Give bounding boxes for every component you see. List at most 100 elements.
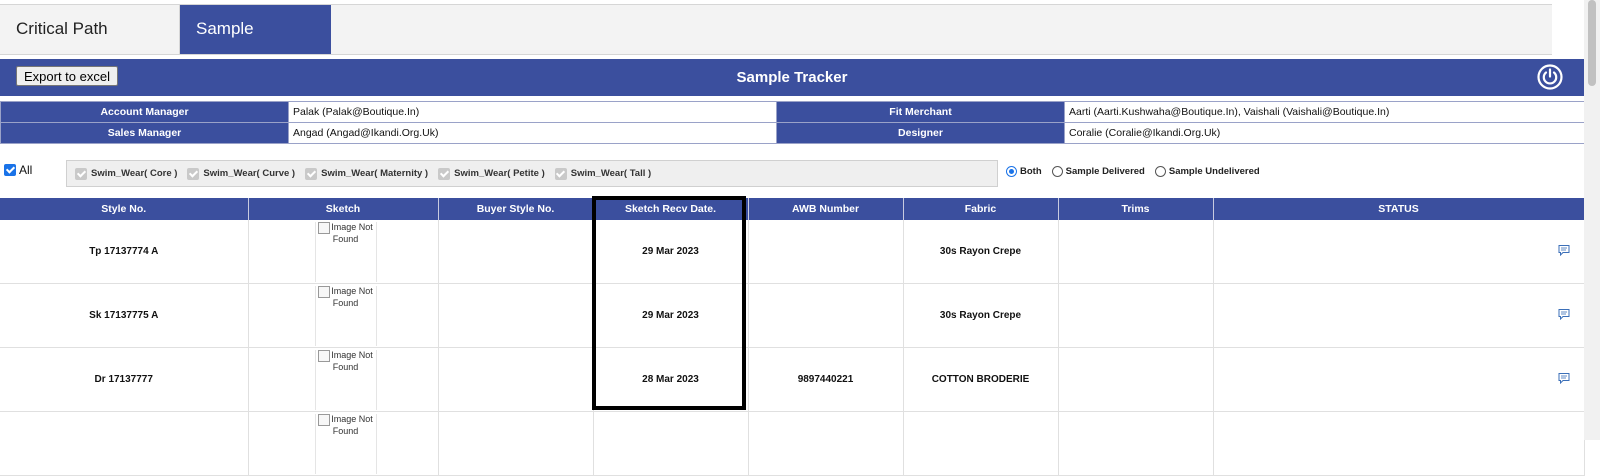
broken-image-icon: [318, 222, 331, 234]
radio-icon[interactable]: [1051, 166, 1063, 177]
sketch-image[interactable]: Image Not Found: [314, 286, 377, 346]
fabric-cell: [903, 411, 1059, 476]
category-checkbox-petite[interactable]: Swim_Wear( Petite ): [438, 167, 545, 180]
radio-label: Both: [1020, 166, 1042, 177]
trims-cell: [1058, 220, 1214, 284]
column-header[interactable]: Trims: [1058, 198, 1214, 220]
style-number-cell: Tp 17137774 A: [0, 220, 249, 284]
table-header-row: Style No. Sketch Buyer Style No. Sketch …: [0, 198, 1585, 220]
status-cell: [1213, 220, 1585, 284]
recv-date-cell: 29 Mar 2023: [593, 220, 749, 284]
sketch-cell: Image Not Found: [248, 411, 439, 476]
fit-merchant-label: Fit Merchant: [776, 101, 1065, 123]
table-row[interactable]: Sk 17137775 A Image Not Found 29 Mar 202…: [0, 283, 1585, 348]
column-header[interactable]: Buyer Style No.: [438, 198, 594, 220]
trims-cell: [1058, 283, 1214, 348]
tab-critical-path-report[interactable]: Critical Path Report: [0, 5, 180, 85]
checkbox-disabled-icon: [305, 167, 318, 180]
comment-icon[interactable]: [1558, 308, 1570, 320]
status-cell: [1213, 347, 1585, 412]
account-manager-value: Palak (Palak@Boutique.In): [288, 101, 777, 123]
image-alt-text: Image Not Found: [331, 222, 373, 244]
style-number-cell: Sk 17137775 A: [0, 283, 249, 348]
buyer-style-cell: [438, 347, 594, 412]
image-alt-text: Image Not Found: [331, 286, 373, 308]
filter-row: All Swim_Wear( Core ) Swim_Wear( Curve )…: [0, 160, 1584, 188]
checkbox-disabled-icon: [187, 167, 200, 180]
broken-image-icon: [318, 350, 331, 362]
radio-label: Sample Undelivered: [1168, 166, 1260, 177]
designer-value: Coralie (Coralie@Ikandi.Org.Uk): [1064, 122, 1585, 144]
recv-date-cell: 28 Mar 2023: [593, 347, 749, 412]
trims-cell: [1058, 411, 1214, 476]
category-label: Swim_Wear( Curve ): [203, 168, 296, 179]
all-checkbox[interactable]: All: [4, 163, 32, 177]
column-header[interactable]: Fabric: [903, 198, 1059, 220]
radio-selected-icon[interactable]: [1006, 166, 1017, 177]
sketch-image[interactable]: Image Not Found: [314, 414, 377, 474]
comment-icon[interactable]: [1558, 244, 1570, 256]
sales-manager-value: Angad (Angad@Ikandi.Org.Uk): [288, 122, 777, 144]
broken-image-icon: [318, 414, 331, 426]
checkbox-disabled-icon: [554, 167, 567, 180]
fabric-cell: COTTON BRODERIE: [903, 347, 1059, 412]
awb-cell: [748, 283, 904, 348]
column-header[interactable]: Sketch: [248, 198, 439, 220]
designer-label: Designer: [776, 122, 1065, 144]
category-checkbox-tall[interactable]: Swim_Wear( Tall ): [554, 167, 652, 180]
buyer-style-cell: [438, 220, 594, 284]
sketch-image[interactable]: Image Not Found: [314, 222, 377, 282]
awb-cell: [748, 411, 904, 476]
radio-icon[interactable]: [1154, 166, 1166, 177]
broken-image-icon: [318, 286, 331, 298]
radio-sample-delivered[interactable]: Sample Delivered: [1051, 166, 1145, 177]
recv-date-cell: [593, 411, 749, 476]
all-label: All: [19, 163, 33, 177]
table-row[interactable]: Dr 17137777 Image Not Found 28 Mar 2023 …: [0, 347, 1585, 412]
recv-date-cell: 29 Mar 2023: [593, 283, 749, 348]
sketch-image[interactable]: Image Not Found: [314, 350, 377, 410]
fabric-cell: 30s Rayon Crepe: [903, 283, 1059, 348]
buyer-style-cell: [438, 283, 594, 348]
table-row[interactable]: Tp 17137774 A Image Not Found 29 Mar 202…: [0, 220, 1585, 284]
category-checkbox-core[interactable]: Swim_Wear( Core ): [75, 167, 178, 180]
status-cell: [1213, 411, 1585, 476]
column-header[interactable]: Style No.: [0, 198, 249, 220]
checkbox-checked-icon[interactable]: [4, 164, 16, 176]
buyer-style-cell: [438, 411, 594, 476]
column-header[interactable]: Sketch Recv Date.: [593, 198, 749, 220]
tab-sample-tracker[interactable]: Sample Tracker: [180, 5, 331, 85]
power-icon[interactable]: [1537, 64, 1563, 90]
checkbox-disabled-icon: [438, 167, 451, 180]
sketch-cell: Image Not Found: [248, 283, 439, 348]
page-title: Sample Tracker: [736, 69, 848, 86]
fabric-cell: 30s Rayon Crepe: [903, 220, 1059, 284]
category-label: Swim_Wear( Petite ): [454, 168, 545, 179]
radio-both[interactable]: Both: [1006, 166, 1042, 177]
comment-icon[interactable]: [1558, 372, 1570, 384]
category-label: Swim_Wear( Tall ): [570, 168, 652, 179]
status-cell: [1213, 283, 1585, 348]
trims-cell: [1058, 347, 1214, 412]
sketch-cell: Image Not Found: [248, 347, 439, 412]
fit-merchant-value: Aarti (Aarti.Kushwaha@Boutique.In), Vais…: [1064, 101, 1585, 123]
category-checkbox-maternity[interactable]: Swim_Wear( Maternity ): [305, 167, 428, 180]
image-alt-text: Image Not Found: [331, 414, 373, 436]
scrollbar-thumb[interactable]: [1588, 0, 1596, 86]
radio-label: Sample Delivered: [1065, 166, 1145, 177]
column-header[interactable]: STATUS: [1213, 198, 1585, 220]
radio-sample-undelivered[interactable]: Sample Undelivered: [1154, 166, 1260, 177]
account-manager-label: Account Manager: [0, 101, 289, 123]
awb-cell: [748, 220, 904, 284]
table-row[interactable]: Image Not Found: [0, 411, 1585, 476]
checkbox-disabled-icon: [75, 167, 87, 180]
title-bar: Export to excel Sample Tracker: [0, 59, 1584, 96]
column-header[interactable]: AWB Number: [748, 198, 904, 220]
category-filter-box: Swim_Wear( Core ) Swim_Wear( Curve ) Swi…: [66, 160, 998, 187]
category-label: Swim_Wear( Core ): [91, 168, 178, 179]
image-alt-text: Image Not Found: [331, 350, 373, 372]
sample-tracker-table: Style No. Sketch Buyer Style No. Sketch …: [0, 198, 1585, 476]
category-checkbox-curve[interactable]: Swim_Wear( Curve ): [187, 167, 296, 180]
delivery-radio-group: Both Sample Delivered Sample Undelivered: [1006, 166, 1260, 177]
style-number-cell: Dr 17137777: [0, 347, 249, 412]
